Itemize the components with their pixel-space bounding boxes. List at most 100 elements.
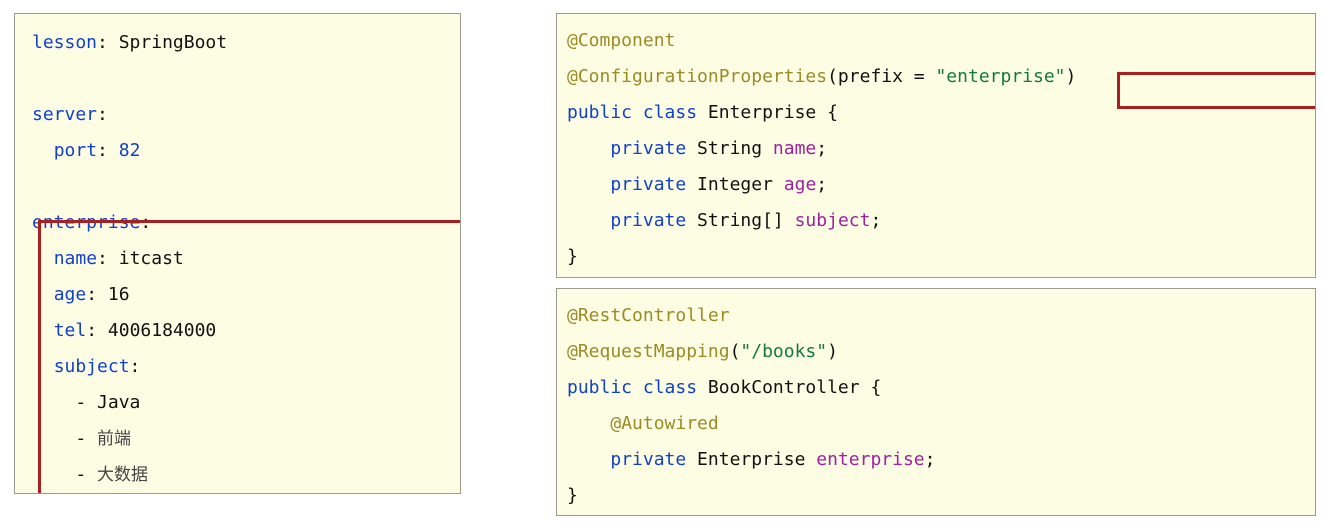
entity-class-panel: @Component @ConfigurationProperties(prefi… bbox=[556, 13, 1316, 278]
code-token: private bbox=[610, 174, 686, 195]
code-token: ) bbox=[827, 341, 838, 362]
code-line: enterprise: bbox=[32, 205, 227, 241]
code-line bbox=[32, 61, 227, 97]
code-line: tel: 4006184000 bbox=[32, 313, 227, 349]
code-token: private bbox=[610, 449, 686, 470]
code-token: Enterprise { bbox=[697, 102, 838, 123]
code-token: String[] bbox=[686, 210, 794, 231]
code-token bbox=[32, 140, 54, 161]
code-token: : bbox=[97, 104, 108, 125]
highlight-box-configuration-properties bbox=[1117, 72, 1316, 109]
code-token: Java bbox=[97, 392, 140, 413]
code-token: subject bbox=[795, 210, 871, 231]
code-line: subject: bbox=[32, 349, 227, 385]
code-line: lesson: SpringBoot bbox=[32, 25, 227, 61]
code-token bbox=[32, 248, 54, 269]
code-token bbox=[567, 174, 610, 195]
yaml-code-block: lesson: SpringBoot server: port: 82 ente… bbox=[32, 25, 227, 493]
code-token: : bbox=[130, 356, 141, 377]
code-token bbox=[32, 284, 54, 305]
code-line: private Enterprise enterprise; bbox=[567, 442, 935, 478]
code-token: private bbox=[610, 138, 686, 159]
code-token: enterprise bbox=[32, 212, 140, 233]
code-token: ; bbox=[925, 449, 936, 470]
code-token: ; bbox=[816, 174, 827, 195]
code-token: enterprise bbox=[816, 449, 924, 470]
code-line: @Component bbox=[567, 23, 1076, 59]
code-token: 4006184000 bbox=[108, 320, 216, 341]
code-line: @RestController bbox=[567, 298, 935, 334]
code-line: @RequestMapping("/books") bbox=[567, 334, 935, 370]
code-token: : bbox=[97, 32, 119, 53]
code-token: Integer bbox=[686, 174, 784, 195]
code-token: 前端 bbox=[97, 429, 131, 449]
code-token: port bbox=[54, 140, 97, 161]
code-token: : bbox=[97, 140, 119, 161]
code-token bbox=[567, 138, 610, 159]
controller-code-block: @RestController @RequestMapping("/books")… bbox=[567, 298, 935, 514]
code-token bbox=[32, 356, 54, 377]
code-line: - Java bbox=[32, 385, 227, 421]
code-token: String bbox=[686, 138, 773, 159]
code-token: name bbox=[54, 248, 97, 269]
code-line bbox=[32, 169, 227, 205]
code-line: private String name; bbox=[567, 131, 1076, 167]
code-token: Enterprise bbox=[686, 449, 816, 470]
code-line: - 前端 bbox=[32, 421, 227, 457]
code-line: private Integer age; bbox=[567, 167, 1076, 203]
code-token: tel bbox=[54, 320, 87, 341]
code-token bbox=[567, 449, 610, 470]
yaml-config-panel: lesson: SpringBoot server: port: 82 ente… bbox=[14, 13, 461, 494]
code-token: private bbox=[610, 210, 686, 231]
code-line: } bbox=[567, 239, 1076, 275]
code-token: name bbox=[773, 138, 816, 159]
code-line: @Autowired bbox=[567, 406, 935, 442]
code-token: : bbox=[86, 320, 108, 341]
code-token: - bbox=[32, 464, 97, 485]
code-token bbox=[567, 210, 610, 231]
code-token: } bbox=[567, 246, 578, 267]
code-token: @RestController bbox=[567, 305, 730, 326]
code-line: name: itcast bbox=[32, 241, 227, 277]
code-token: BookController { bbox=[697, 377, 881, 398]
code-token: @Autowired bbox=[610, 413, 718, 434]
code-token: - bbox=[32, 428, 97, 449]
code-token: : bbox=[140, 212, 151, 233]
code-token: @ConfigurationProperties bbox=[567, 66, 827, 87]
entity-code-block: @Component @ConfigurationProperties(prefi… bbox=[567, 23, 1076, 275]
code-token bbox=[32, 320, 54, 341]
code-token: age bbox=[784, 174, 817, 195]
code-token: } bbox=[567, 485, 578, 506]
code-token: public class bbox=[567, 102, 697, 123]
controller-class-panel: @RestController @RequestMapping("/books")… bbox=[556, 288, 1316, 516]
code-token: "/books" bbox=[740, 341, 827, 362]
code-token: @RequestMapping bbox=[567, 341, 730, 362]
code-line: - 大数据 bbox=[32, 457, 227, 493]
code-token: : bbox=[97, 248, 119, 269]
code-token: 16 bbox=[108, 284, 130, 305]
code-line: } bbox=[567, 478, 935, 514]
code-token: age bbox=[54, 284, 87, 305]
code-token: subject bbox=[54, 356, 130, 377]
code-token: ; bbox=[870, 210, 881, 231]
code-token: itcast bbox=[119, 248, 184, 269]
code-token: : bbox=[86, 284, 108, 305]
code-line: age: 16 bbox=[32, 277, 227, 313]
code-line: server: bbox=[32, 97, 227, 133]
code-token: 大数据 bbox=[97, 465, 148, 485]
code-token: @Component bbox=[567, 30, 675, 51]
code-line: public class Enterprise { bbox=[567, 95, 1076, 131]
code-token: ; bbox=[816, 138, 827, 159]
code-line: @ConfigurationProperties(prefix = "enter… bbox=[567, 59, 1076, 95]
code-token: "enterprise" bbox=[935, 66, 1065, 87]
code-token: lesson bbox=[32, 32, 97, 53]
code-token: (prefix = bbox=[827, 66, 935, 87]
code-token: ( bbox=[730, 341, 741, 362]
code-line: public class BookController { bbox=[567, 370, 935, 406]
code-token bbox=[567, 413, 610, 434]
code-token: ) bbox=[1066, 66, 1077, 87]
code-token: SpringBoot bbox=[119, 32, 227, 53]
code-token: public class bbox=[567, 377, 697, 398]
code-line: port: 82 bbox=[32, 133, 227, 169]
code-line: private String[] subject; bbox=[567, 203, 1076, 239]
